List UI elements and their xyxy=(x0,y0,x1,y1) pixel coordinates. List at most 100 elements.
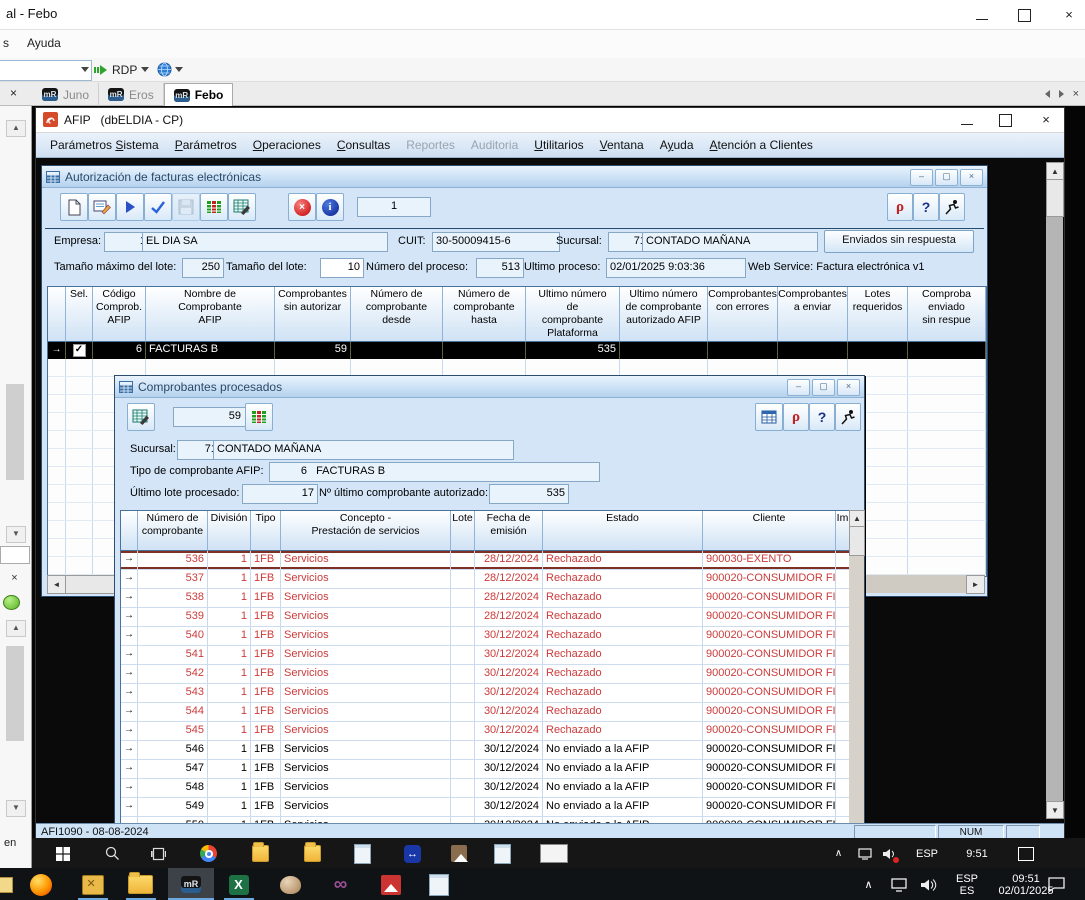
protocol-globe-button[interactable] xyxy=(157,60,183,79)
afip-menu-atenci-n-a-clientes[interactable]: Atención a Clientes xyxy=(702,138,821,152)
maximize-button[interactable]: ▢ xyxy=(812,379,835,396)
close-panel-icon[interactable]: × xyxy=(5,85,22,102)
new-button[interactable] xyxy=(60,193,88,221)
afip-menu-ayuda[interactable]: Ayuda xyxy=(652,138,702,152)
table-row-facturas-b[interactable]: →✓6FACTURAS B59535 xyxy=(48,342,986,359)
maximize-button[interactable] xyxy=(1018,9,1031,22)
counter-field[interactable]: 1 xyxy=(357,197,431,217)
scroll-left-icon[interactable]: ◄ xyxy=(47,575,66,594)
redo-button[interactable]: ρ xyxy=(783,403,809,431)
exit-button[interactable] xyxy=(835,403,861,431)
language-indicator[interactable]: ESP xyxy=(912,845,942,862)
afip-menu-par-metros[interactable]: Parámetros xyxy=(167,138,245,152)
ultimo-proceso-field[interactable]: 02/01/2025 9:03:36 xyxy=(606,258,746,278)
scroll-tabs-left-icon[interactable] xyxy=(1045,90,1050,98)
invoice-row-540[interactable]: →54011FBServicios30/12/2024Rechazado9000… xyxy=(121,627,850,646)
menu-partial[interactable]: s xyxy=(3,36,9,50)
ultimo-field[interactable]: 535 xyxy=(489,484,569,504)
menu-ayuda[interactable]: Ayuda xyxy=(27,36,61,50)
invoice-row-550[interactable]: →55011FBServicios30/12/2024No enviado a … xyxy=(121,817,850,823)
minimize-button[interactable]: – xyxy=(910,169,933,186)
maximize-button[interactable]: ▢ xyxy=(935,169,958,186)
invoice-row-548[interactable]: →54811FBServicios30/12/2024No enviado a … xyxy=(121,779,850,798)
tipo-field[interactable]: 6 FACTURAS B xyxy=(269,462,600,482)
notepad-icon[interactable] xyxy=(494,845,511,862)
excel-icon[interactable]: X xyxy=(226,872,251,897)
image-viewer-icon[interactable] xyxy=(378,872,403,897)
volume-icon[interactable] xyxy=(880,845,897,862)
close-button[interactable]: × xyxy=(1038,112,1054,128)
mremoteng-taskbar-button[interactable]: mR xyxy=(168,868,214,900)
folder-icon[interactable] xyxy=(304,845,321,862)
invoice-row-546[interactable]: →54611FBServicios30/12/2024No enviado a … xyxy=(121,741,850,760)
afip-menu-consultas[interactable]: Consultas xyxy=(329,138,398,152)
action-center-icon[interactable] xyxy=(1017,845,1034,862)
close-button[interactable]: × xyxy=(1061,7,1077,23)
help-button[interactable]: ? xyxy=(913,193,939,221)
scroll-up-icon[interactable]: ▲ xyxy=(6,120,26,137)
scrollbar-thumb[interactable] xyxy=(6,646,24,741)
sucursal-name-field[interactable]: CONTADO MAÑANA xyxy=(642,232,818,252)
chrome-icon[interactable] xyxy=(200,845,217,862)
invoice-row-542[interactable]: →54211FBServicios30/12/2024Rechazado9000… xyxy=(121,665,850,684)
firefox-icon[interactable] xyxy=(28,872,53,897)
minimize-button[interactable]: – xyxy=(787,379,810,396)
language-indicator[interactable]: ESP ES xyxy=(950,872,984,897)
connection-combobox[interactable] xyxy=(0,60,92,81)
scroll-down-icon[interactable]: ▼ xyxy=(6,526,26,543)
tam-field[interactable]: 10 xyxy=(320,258,364,278)
scroll-up-icon[interactable]: ▲ xyxy=(849,510,865,527)
paint-app-icon[interactable] xyxy=(278,872,303,897)
invoice-row-539[interactable]: →53911FBServicios28/12/2024Rechazado9000… xyxy=(121,608,850,627)
invoice-row-536[interactable]: →53611FBServicios28/12/2024Rechazado9000… xyxy=(121,551,850,570)
file-explorer-icon[interactable] xyxy=(252,845,269,862)
scroll-down-icon[interactable]: ▼ xyxy=(6,800,26,817)
tab-juno[interactable]: mRJuno xyxy=(33,83,99,106)
grid-view-button[interactable] xyxy=(755,403,783,431)
task-view-icon[interactable] xyxy=(150,845,167,862)
redo-button[interactable]: ρ xyxy=(887,193,913,221)
scrollbar-thumb[interactable] xyxy=(6,384,24,480)
teamviewer-icon[interactable]: ↔ xyxy=(404,845,421,862)
notepad-icon[interactable] xyxy=(426,872,451,897)
sucursal-name-field[interactable]: CONTADO MAÑANA xyxy=(213,440,514,460)
columns-button[interactable] xyxy=(245,403,273,431)
minimize-button[interactable] xyxy=(961,116,973,125)
export-grid-button[interactable] xyxy=(228,193,256,221)
invoice-row-543[interactable]: →54311FBServicios30/12/2024Rechazado9000… xyxy=(121,684,850,703)
mdi-vertical-scrollbar[interactable]: ▲ ▼ xyxy=(1046,162,1063,819)
tam-max-field[interactable]: 250 xyxy=(182,258,224,278)
scrollbar-thumb[interactable] xyxy=(1046,179,1064,217)
open-app-button[interactable] xyxy=(540,845,568,862)
notepad-icon[interactable] xyxy=(354,845,371,862)
tab-febo[interactable]: mRFebo xyxy=(164,83,234,106)
confirm-button[interactable] xyxy=(144,193,172,221)
quick-connect-button[interactable]: RDP xyxy=(94,60,149,79)
config-tool-icon[interactable] xyxy=(80,872,105,897)
close-button[interactable]: × xyxy=(837,379,860,396)
close-icon[interactable]: × xyxy=(6,571,23,586)
counter-field[interactable]: 59 xyxy=(173,407,250,427)
invoice-row-547[interactable]: →54711FBServicios30/12/2024No enviado a … xyxy=(121,760,850,779)
scroll-tabs-right-icon[interactable] xyxy=(1059,90,1064,98)
cuit-field[interactable]: 30-50009415-6 xyxy=(432,232,560,252)
file-explorer-icon[interactable] xyxy=(128,872,153,897)
scroll-down-icon[interactable]: ▼ xyxy=(1046,801,1064,819)
tray-chevron-icon[interactable]: ∧ xyxy=(830,845,847,862)
empresa-name-field[interactable]: EL DIA SA xyxy=(142,232,388,252)
exit-button[interactable] xyxy=(939,193,965,221)
sel-checkbox[interactable]: ✓ xyxy=(73,344,86,357)
network-icon[interactable] xyxy=(856,845,873,862)
invoice-row-549[interactable]: →54911FBServicios30/12/2024No enviado a … xyxy=(121,798,850,817)
network-icon[interactable] xyxy=(886,872,911,897)
close-tab-icon[interactable]: × xyxy=(1073,88,1079,100)
action-center-icon[interactable] xyxy=(1044,872,1069,897)
afip-menu-utilitarios[interactable]: Utilitarios xyxy=(526,138,591,152)
scroll-up-icon[interactable]: ▲ xyxy=(1046,162,1064,180)
minimize-button[interactable] xyxy=(976,11,988,20)
app-icon[interactable] xyxy=(450,845,467,862)
invoice-row-537[interactable]: →53711FBServicios28/12/2024Rechazado9000… xyxy=(121,570,850,589)
dock-input[interactable] xyxy=(0,546,30,564)
columns-button[interactable] xyxy=(200,193,228,221)
run-button[interactable] xyxy=(116,193,144,221)
